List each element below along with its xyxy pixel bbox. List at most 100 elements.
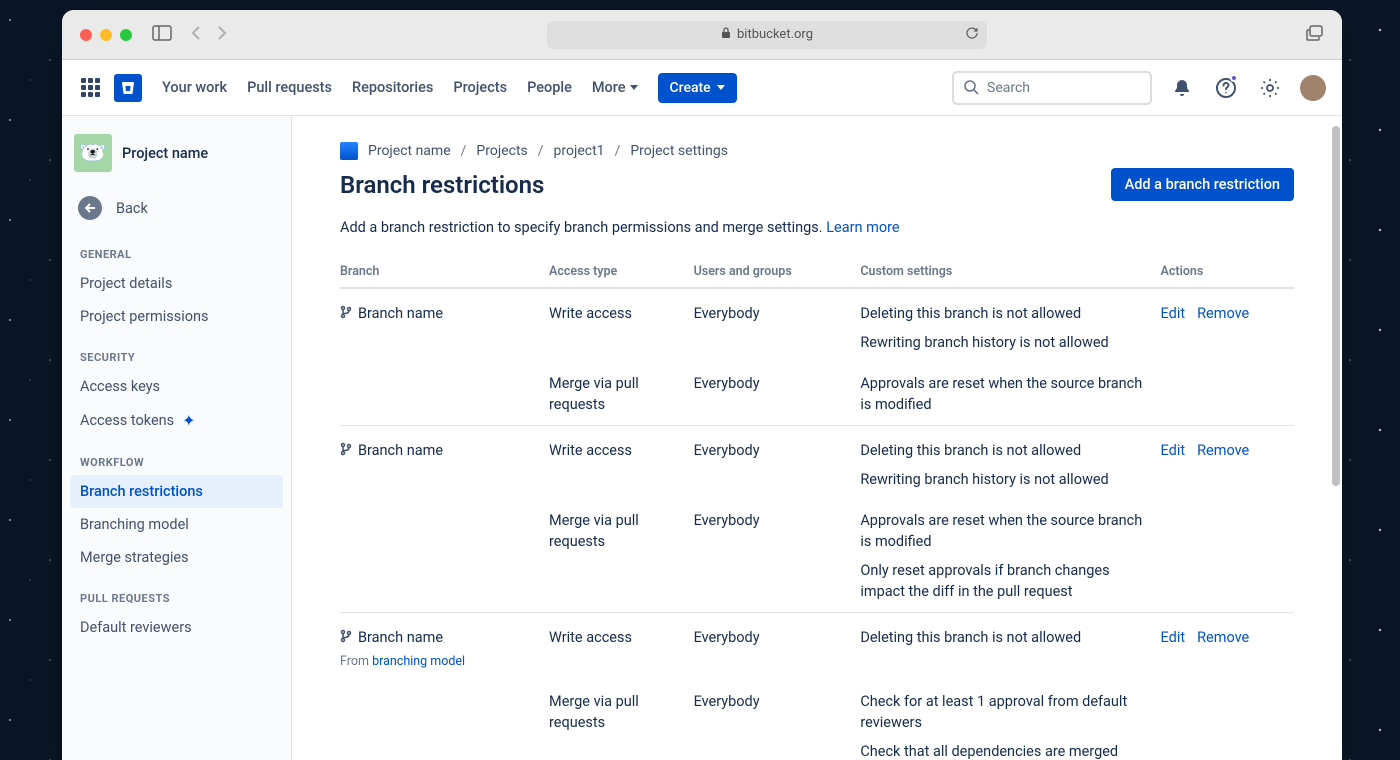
sidebar-section-label: WORKFLOW [70,438,283,475]
search-input[interactable]: Search [952,71,1152,105]
col-branch: Branch [340,256,549,288]
sidebar-toggle-icon[interactable] [152,25,172,45]
table-row: Merge via pull requestsEverybodyApproval… [340,500,1294,613]
project-header[interactable]: 🐻‍❄️ Project name [70,134,283,186]
url-text: bitbucket.org [737,27,813,42]
cell-actions [1161,363,1294,426]
browser-nav [190,25,228,45]
user-avatar[interactable] [1300,75,1326,101]
url-bar-container: bitbucket.org [228,21,1306,49]
nav-your-work[interactable]: Your work [162,79,227,96]
create-button[interactable]: Create [658,73,737,103]
cell-branch: Branch nameFrom branching model [340,613,549,681]
help-badge [1230,74,1238,82]
minimize-window[interactable] [100,29,112,41]
edit-link[interactable]: Edit [1161,629,1186,646]
page-title: Branch restrictions [340,171,544,199]
back-icon [78,196,102,220]
tab-overview-icon[interactable] [1306,25,1324,45]
cell-access-type: Merge via pull requests [549,363,694,426]
search-placeholder: Search [987,80,1030,96]
nav-repositories[interactable]: Repositories [352,79,433,96]
nav-projects[interactable]: Projects [453,79,507,96]
sidebar-item[interactable]: Merge strategies [70,541,283,574]
sidebar-section-label: GENERAL [70,230,283,267]
add-branch-restriction-button[interactable]: Add a branch restriction [1111,168,1294,201]
cell-access-type: Write access [549,288,694,363]
forward-icon[interactable] [216,25,228,45]
breadcrumbs: Project name / Projects / project1 / Pro… [340,142,1294,160]
scrollbar[interactable] [1332,126,1340,486]
app-body: 🐻‍❄️ Project name Back GENERALProject de… [62,116,1342,760]
nav-people[interactable]: People [527,79,572,96]
sidebar-item[interactable]: Project permissions [70,300,283,333]
breadcrumb-item[interactable]: project1 [554,143,605,159]
remove-link[interactable]: Remove [1197,305,1249,322]
branching-model-link[interactable]: branching model [372,654,465,669]
cell-actions: Edit Remove [1161,613,1294,681]
breadcrumb-item[interactable]: Project settings [630,143,728,159]
sparkle-icon: ✦ [182,411,195,430]
sidebar-item[interactable]: Access keys [70,370,283,403]
cell-branch: Branch name [340,426,549,501]
learn-more-link[interactable]: Learn more [826,219,899,236]
cell-actions [1161,500,1294,613]
lock-icon [721,27,731,43]
branch-icon [340,629,352,650]
page-description: Add a branch restriction to specify bran… [340,219,1294,236]
settings-icon[interactable] [1256,74,1284,102]
cell-settings: Deleting this branch is not allowed [860,613,1160,681]
cell-settings: Approvals are reset when the source bran… [860,500,1160,613]
maximize-window[interactable] [120,29,132,41]
cell-branch [340,681,549,760]
table-row: Branch nameWrite accessEverybodyDeleting… [340,288,1294,363]
cell-users: Everybody [694,613,861,681]
remove-link[interactable]: Remove [1197,629,1249,646]
branch-restrictions-table: Branch Access type Users and groups Cust… [340,256,1294,760]
notifications-icon[interactable] [1168,74,1196,102]
sidebar-back[interactable]: Back [70,186,283,230]
breadcrumb-item[interactable]: Projects [476,143,527,159]
table-row: Branch nameFrom branching modelWrite acc… [340,613,1294,681]
cell-users: Everybody [694,288,861,363]
breadcrumb-item[interactable]: Project name [368,143,451,159]
col-custom-settings: Custom settings [860,256,1160,288]
reload-icon[interactable] [965,26,979,44]
nav-more[interactable]: More [592,79,638,96]
sidebar-item[interactable]: Access tokens✦ [70,403,283,438]
cell-settings: Approvals are reset when the source bran… [860,363,1160,426]
url-bar[interactable]: bitbucket.org [547,21,987,49]
close-window[interactable] [80,29,92,41]
sidebar: 🐻‍❄️ Project name Back GENERALProject de… [62,116,292,760]
project-icon: 🐻‍❄️ [74,134,112,172]
breadcrumb-icon [340,142,358,160]
page-header: Branch restrictions Add a branch restric… [340,168,1294,201]
cell-branch: Branch name [340,288,549,363]
remove-link[interactable]: Remove [1197,442,1249,459]
cell-actions [1161,681,1294,760]
app-switcher-icon[interactable] [78,76,102,100]
col-users-groups: Users and groups [694,256,861,288]
primary-nav: Your work Pull requests Repositories Pro… [162,79,638,96]
sidebar-section-label: SECURITY [70,333,283,370]
sidebar-item[interactable]: Branch restrictions [70,475,283,508]
sidebar-item[interactable]: Branching model [70,508,283,541]
edit-link[interactable]: Edit [1161,305,1186,322]
sidebar-item[interactable]: Project details [70,267,283,300]
table-row: Branch nameWrite accessEverybodyDeleting… [340,426,1294,501]
cell-users: Everybody [694,681,861,760]
cell-actions: Edit Remove [1161,288,1294,363]
app: Your work Pull requests Repositories Pro… [62,60,1342,760]
edit-link[interactable]: Edit [1161,442,1186,459]
branch-icon [340,442,352,463]
help-icon[interactable] [1212,74,1240,102]
cell-access-type: Merge via pull requests [549,500,694,613]
cell-access-type: Merge via pull requests [549,681,694,760]
window-controls [80,29,132,41]
sidebar-section-label: PULL REQUESTS [70,574,283,611]
bitbucket-logo[interactable] [114,74,142,102]
nav-pull-requests[interactable]: Pull requests [247,79,332,96]
back-icon[interactable] [190,25,202,45]
sidebar-item[interactable]: Default reviewers [70,611,283,644]
cell-branch [340,363,549,426]
